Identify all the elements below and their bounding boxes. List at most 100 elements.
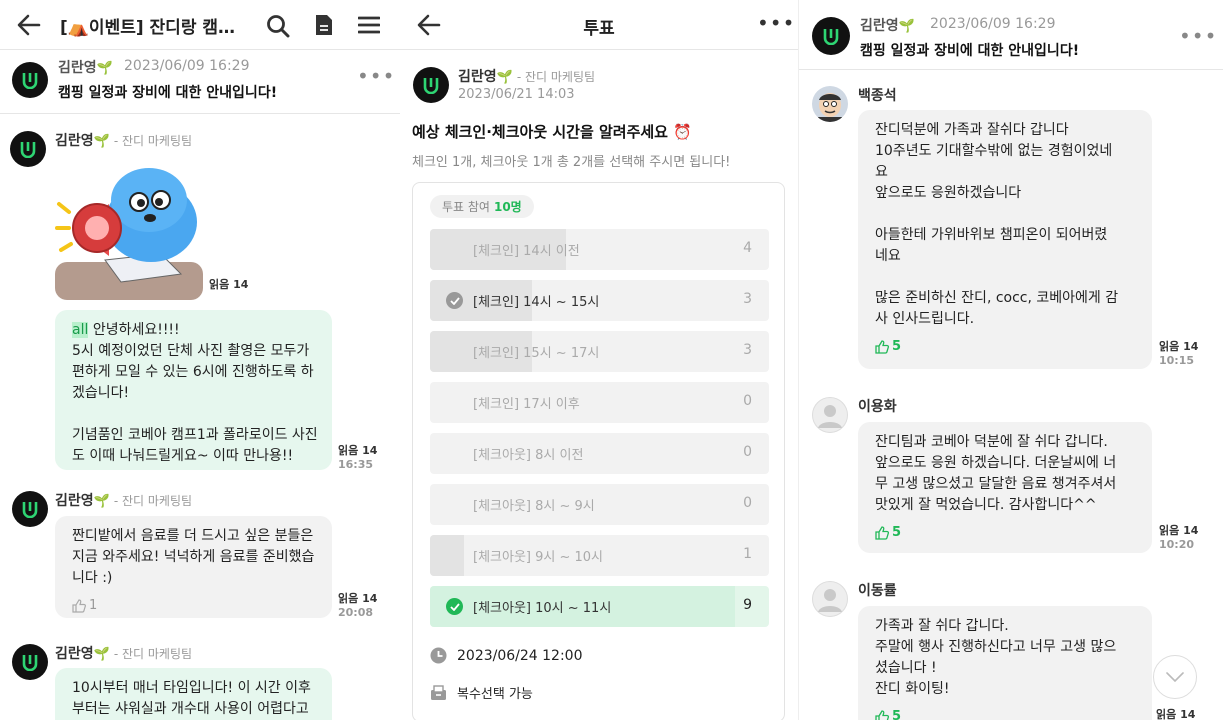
sender-name: 김란영 bbox=[55, 493, 94, 509]
comment-meta: 읽음 14 bbox=[1156, 708, 1195, 720]
more-options-button[interactable]: ••• bbox=[757, 11, 795, 35]
comment-line: 잔디 화이팅! bbox=[875, 681, 950, 697]
poll-option-label: [체크아웃] 8시 이전 bbox=[473, 448, 584, 463]
more-options-button[interactable]: ••• bbox=[1179, 24, 1217, 48]
message-line: 도 이때 나눠드릴게요~ 이따 만나용!! bbox=[72, 448, 294, 464]
thumbs-up-icon bbox=[875, 525, 889, 540]
poll-option-label: [체크인] 15시 ~ 17시 bbox=[473, 346, 600, 361]
sprout-icon: 🌱 bbox=[898, 19, 915, 34]
notice-text: 캠핑 일정과 장비에 대한 안내입니다! bbox=[860, 43, 1080, 59]
message-line: 지금 와주세요! 넉넉하게 음료를 준비했습 bbox=[72, 549, 315, 565]
files-button[interactable] bbox=[312, 12, 336, 38]
cartoon-face-icon bbox=[812, 86, 848, 122]
message-line: 겠습니다! bbox=[72, 385, 130, 401]
sprout-icon: 🌱 bbox=[96, 61, 113, 76]
poll-author-avatar bbox=[413, 67, 449, 103]
poll-option-label: [체크인] 17시 이후 bbox=[473, 397, 580, 412]
like-count: 1 bbox=[89, 598, 98, 613]
sender-team: - 잔디 마케팅팀 bbox=[113, 134, 193, 148]
scroll-down-button[interactable] bbox=[1153, 655, 1197, 699]
back-button[interactable] bbox=[14, 12, 44, 38]
commenter-name: 이용화 bbox=[858, 399, 897, 415]
comment-line: 잔디덕분에 가족과 잘쉬다 갑니다 bbox=[875, 122, 1069, 138]
sender-team: - 잔디 마케팅팀 bbox=[113, 494, 193, 508]
comment-line: 아들한테 가위바위보 챔피온이 되어버렸 bbox=[875, 227, 1108, 243]
sender-avatar[interactable] bbox=[12, 644, 48, 680]
poll-option[interactable]: [체크인] 14시 ~ 15시 3 bbox=[430, 280, 769, 321]
user-avatar[interactable] bbox=[812, 86, 848, 122]
more-options-button[interactable]: ••• bbox=[357, 64, 395, 88]
pinned-notice[interactable]: 김란영🌱 2023/06/09 16:29 캠핑 일정과 장비에 대한 안내입니… bbox=[0, 50, 400, 114]
check-icon bbox=[446, 598, 463, 615]
sprout-icon: 🌱 bbox=[93, 494, 110, 509]
poll-option-count: 0 bbox=[743, 393, 752, 409]
message-bubble[interactable]: all 안녕하세요!!!! 5시 예정이었던 단체 사진 촬영은 모두가 편하게… bbox=[55, 310, 332, 470]
poll-option-label: [체크아웃] 9시 ~ 10시 bbox=[473, 550, 604, 565]
thumbs-up-icon bbox=[72, 598, 86, 613]
participants-count: 10명 bbox=[493, 200, 522, 214]
comment-bubble[interactable]: 가족과 잘 쉬다 갑니다. 주말에 행사 진행하신다고 너무 고생 많으 셨습니… bbox=[858, 606, 1152, 720]
poll-option[interactable]: [체크인] 15시 ~ 17시 3 bbox=[430, 331, 769, 372]
read-count: 읽음 14 bbox=[1156, 708, 1196, 720]
message-bubble[interactable]: 10시부터 매너 타임입니다! 이 시간 이후 부터는 샤워실과 개수대 사용이… bbox=[55, 668, 332, 720]
sender-team: - 잔디 마케팅팀 bbox=[113, 647, 193, 661]
sprout-icon: 🌱 bbox=[496, 70, 513, 85]
like-button[interactable]: 5 bbox=[875, 522, 1135, 543]
jandi-logo-icon bbox=[22, 73, 38, 89]
multi-select-text: 복수선택 가능 bbox=[457, 687, 533, 702]
comment-line: 잔디팀과 코베아 덕분에 잘 쉬다 갑니다. bbox=[875, 434, 1108, 450]
pinned-notice[interactable]: 김란영🌱 2023/06/09 16:29 캠핑 일정과 장비에 대한 안내입니… bbox=[799, 0, 1223, 70]
comment-bubble[interactable]: 잔디팀과 코베아 덕분에 잘 쉬다 갑니다. 앞으로도 응원 하겠습니다. 더운… bbox=[858, 422, 1152, 553]
notice-time: 2023/06/09 16:29 bbox=[124, 58, 250, 74]
jandi-logo-icon bbox=[22, 655, 38, 671]
poll-option[interactable]: [체크아웃] 10시 ~ 11시 9 bbox=[430, 586, 769, 627]
poll-option[interactable]: [체크아웃] 8시 ~ 9시 0 bbox=[430, 484, 769, 525]
comment-line bbox=[875, 204, 1135, 225]
poll-option-count: 9 bbox=[743, 597, 752, 613]
message-time: 20:08 bbox=[338, 606, 374, 619]
poll-option[interactable]: [체크인] 14시 이전 4 bbox=[430, 229, 769, 270]
comment-line: 앞으로도 응원 하겠습니다. 더운날씨에 너 bbox=[875, 455, 1117, 471]
message-line: 부터는 샤워실과 개수대 사용이 어렵다고 bbox=[72, 701, 309, 717]
comment-line: 사 인사드립니다. bbox=[875, 311, 975, 327]
user-avatar[interactable] bbox=[812, 581, 848, 617]
read-count: 읽음 14 bbox=[338, 444, 378, 457]
file-icon bbox=[316, 15, 332, 35]
poll-option-label: [체크아웃] 8시 ~ 9시 bbox=[473, 499, 595, 514]
message-line: 안녕하세요!!!! bbox=[92, 322, 180, 338]
message-line: 기념품인 코베아 캠프1과 폴라로이드 사진 bbox=[72, 427, 318, 443]
commenter-name: 백종석 bbox=[858, 88, 897, 104]
like-button[interactable]: 1 bbox=[72, 595, 315, 616]
poll-option-count: 4 bbox=[743, 240, 752, 256]
poll-option[interactable]: [체크아웃] 9시 ~ 10시 1 bbox=[430, 535, 769, 576]
jandi-avatar bbox=[812, 17, 850, 55]
poll-option[interactable]: [체크아웃] 8시 이전 0 bbox=[430, 433, 769, 474]
menu-button[interactable] bbox=[356, 13, 382, 37]
jandi-avatar bbox=[12, 62, 48, 98]
sender-avatar[interactable] bbox=[10, 131, 46, 167]
poll-deadline: 2023/06/24 12:00 bbox=[430, 647, 583, 664]
multi-select-info: 복수선택 가능 bbox=[430, 683, 533, 702]
poll-option[interactable]: [체크인] 17시 이후 0 bbox=[430, 382, 769, 423]
comment-time: 10:20 bbox=[1159, 538, 1195, 551]
chat-title: [⛺이벤트] 잔디랑 캠… bbox=[60, 18, 236, 38]
poll-question: 예상 체크인·체크아웃 시간을 알려주세요 ⏰ bbox=[412, 123, 692, 141]
jandi-logo-icon bbox=[20, 142, 36, 158]
poll-option-label: [체크인] 14시 이전 bbox=[473, 244, 580, 259]
comment-line: 주말에 행사 진행하신다고 너무 고생 많으 bbox=[875, 639, 1117, 655]
like-button[interactable]: 5 bbox=[875, 706, 1135, 720]
mention-all[interactable]: all bbox=[72, 322, 89, 338]
sender-avatar[interactable] bbox=[12, 491, 48, 527]
message-bubble[interactable]: 짠디밭에서 음료를 더 드시고 싶은 분들은 지금 와주세요! 넉넉하게 음료를… bbox=[55, 516, 332, 618]
message-line: 짠디밭에서 음료를 더 드시고 싶은 분들은 bbox=[72, 528, 314, 544]
search-button[interactable] bbox=[264, 12, 292, 40]
comment-bubble[interactable]: 잔디덕분에 가족과 잘쉬다 갑니다 10주년도 기대할수밖에 없는 경험이었네 … bbox=[858, 110, 1152, 369]
thumbs-up-icon bbox=[875, 339, 889, 354]
poll-author-team: - 잔디 마케팅팀 bbox=[516, 70, 596, 84]
message-meta: 읽음 14 16:35 bbox=[338, 444, 377, 472]
participants-badge: 투표 참여 10명 bbox=[430, 195, 534, 218]
notice-time: 2023/06/09 16:29 bbox=[930, 16, 1056, 32]
chat-pane: [⛺이벤트] 잔디랑 캠… 김란영🌱 2023/06/09 16:29 캠핑 일… bbox=[0, 0, 400, 720]
user-avatar[interactable] bbox=[812, 397, 848, 433]
like-button[interactable]: 5 bbox=[875, 336, 1135, 357]
